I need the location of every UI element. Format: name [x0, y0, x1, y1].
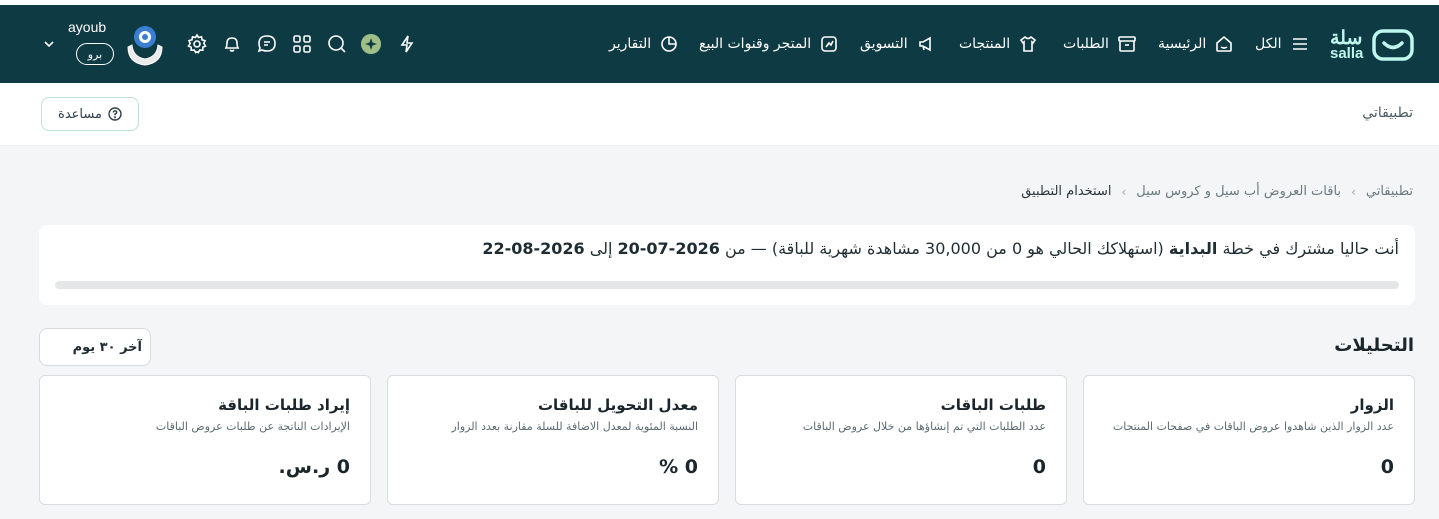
nav-label: التقارير [609, 36, 652, 52]
plan-usage-card: أنت حاليا مشترك في خطة البداية (استهلاكك… [39, 225, 1415, 305]
analytics-title: التحليلات [1334, 335, 1414, 356]
nav-label: الرئيسية [1158, 36, 1207, 52]
stat-description: الإيرادات الناتجة عن طلبات عروض الباقات [155, 420, 350, 433]
shirt-icon [1020, 35, 1037, 52]
stat-title: الزوار [1350, 396, 1394, 414]
nav-label: المنتجات [959, 36, 1011, 52]
megaphone-icon [918, 36, 931, 52]
help-label: مساعدة [58, 106, 102, 122]
stat-value: 0 [1032, 456, 1046, 478]
chevron-left-icon: ‹ [1121, 184, 1127, 199]
stat-description: النسبة المئوية لمعدل الاضافة للسلة مقارن… [451, 420, 698, 433]
usage-progress-bar [55, 281, 1399, 289]
nav-orders[interactable]: الطلبات [1063, 33, 1137, 55]
salla-logo[interactable]: سلة salla [1328, 27, 1416, 65]
page-title: تطبيقاتي [1362, 105, 1413, 121]
help-circle-icon [108, 107, 122, 121]
nav-store-channels[interactable]: المتجر وقنوات البيع [699, 33, 839, 55]
plan-end-date: 2026-08-22 [482, 239, 585, 258]
stat-card-bundle-orders: طلبات الباقات عدد الطلبات التي تم إنشاؤه… [735, 375, 1067, 505]
store-avatar[interactable] [124, 23, 166, 67]
breadcrumb-current: استخدام التطبيق [1021, 184, 1112, 199]
store-icon [821, 36, 837, 52]
apps-grid-icon[interactable] [291, 33, 313, 55]
gear-icon[interactable] [186, 33, 208, 55]
home-icon [1216, 35, 1233, 52]
nav-marketing[interactable]: التسويق [860, 33, 936, 55]
stat-card-bundle-revenue: إيراد طلبات الباقة الإيرادات الناتجة عن … [39, 375, 371, 505]
nav-label: المتجر وقنوات البيع [699, 36, 812, 52]
plan-text: أنت حاليا مشترك في خطة البداية (استهلاكك… [482, 239, 1399, 258]
nav-home[interactable]: الرئيسية [1158, 33, 1234, 55]
menu-icon [1292, 38, 1307, 50]
plan-name: البداية [1168, 239, 1218, 258]
date-range-value: آخر ٣٠ يوم [72, 339, 142, 355]
stat-value: 0 % [659, 456, 698, 478]
pie-chart-icon [661, 36, 677, 52]
plan-to: إلى [589, 239, 613, 258]
stat-description: عدد الزوار الذين شاهدوا عروض الباقات في … [1112, 420, 1394, 433]
bolt-icon[interactable] [396, 33, 418, 55]
nav-label: الكل [1255, 36, 1282, 52]
chat-icon[interactable] [256, 33, 278, 55]
basket-icon [1372, 29, 1414, 61]
plan-prefix: أنت حاليا مشترك في خطة [1222, 239, 1399, 258]
chevron-down-icon[interactable] [42, 37, 56, 51]
breadcrumb-link-bundles[interactable]: باقات العروض أب سيل و كروس سيل [1136, 184, 1341, 199]
nav-label: الطلبات [1063, 36, 1109, 52]
help-button[interactable]: مساعدة [41, 97, 139, 131]
date-range-select[interactable]: آخر ٣٠ يوم [39, 328, 151, 366]
user-name: ayoub [68, 19, 107, 35]
bell-icon[interactable] [221, 33, 243, 55]
breadcrumb-link-apps[interactable]: تطبيقاتي [1366, 184, 1413, 199]
top-navbar: سلة salla الكل الرئيسية الطلبات المنتجات… [0, 5, 1439, 83]
search-icon[interactable] [326, 33, 348, 55]
stat-title: طلبات الباقات [940, 396, 1046, 414]
nav-products[interactable]: المنتجات [959, 33, 1038, 55]
stat-card-visitors: الزوار عدد الزوار الذين شاهدوا عروض البا… [1083, 375, 1415, 505]
stat-card-conversion-rate: معدل التحويل للباقات النسبة المئوية لمعد… [387, 375, 719, 505]
plan-badge: برو [76, 43, 114, 65]
page-subheader: تطبيقاتي مساعدة [0, 83, 1439, 146]
stat-title: معدل التحويل للباقات [537, 396, 698, 414]
stat-value: 0 ر.س. [278, 456, 350, 478]
plan-usage: (استهلاكك الحالي هو 0 من 30,000 مشاهدة ش… [724, 239, 1164, 258]
ai-sparkle-icon[interactable] [360, 33, 382, 55]
stat-description: عدد الطلبات التي تم إنشاؤها من خلال عروض… [802, 420, 1046, 433]
plan-start-date: 2026-07-20 [617, 239, 720, 258]
stat-title: إيراد طلبات الباقة [218, 396, 350, 414]
nav-all[interactable]: الكل [1255, 33, 1310, 55]
logo-text-latin: salla [1330, 45, 1364, 62]
stat-value: 0 [1380, 456, 1394, 478]
nav-reports[interactable]: التقارير [609, 33, 679, 55]
breadcrumb: تطبيقاتي ‹ باقات العروض أب سيل و كروس سي… [1021, 184, 1413, 199]
archive-icon [1118, 36, 1136, 52]
nav-label: التسويق [860, 36, 908, 52]
chevron-left-icon: ‹ [1351, 184, 1356, 199]
